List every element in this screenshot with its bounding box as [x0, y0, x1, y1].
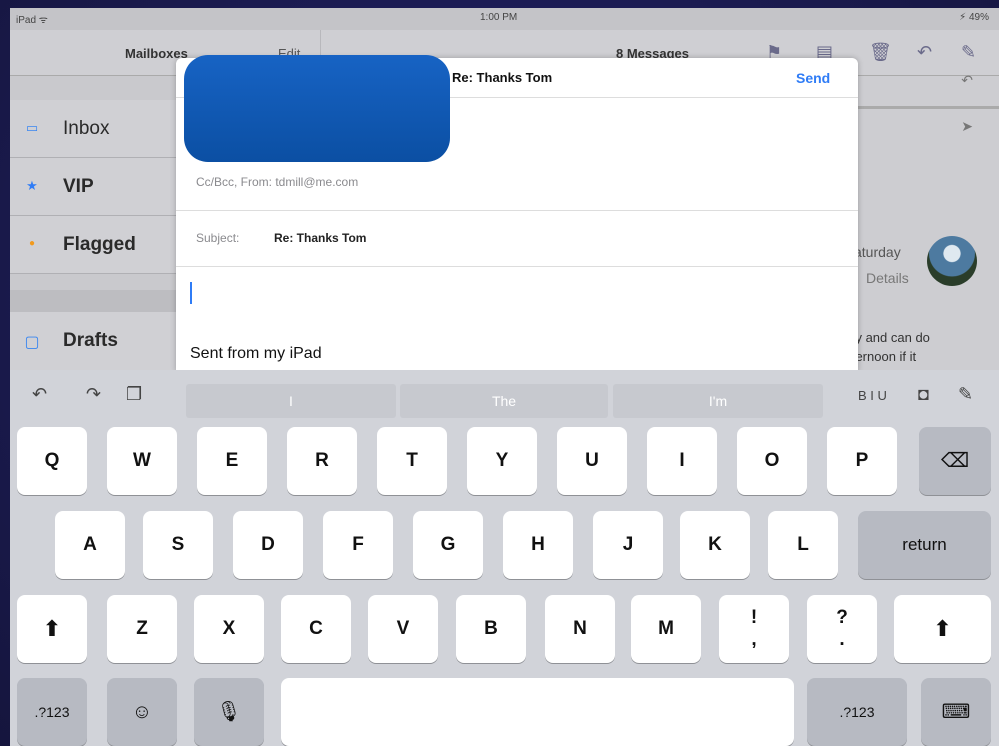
attachment-icon[interactable]: ✎ — [958, 384, 973, 405]
format-button[interactable]: B I U — [858, 388, 887, 403]
replied-icon: ↶ — [961, 72, 973, 88]
key-k[interactable]: K — [680, 511, 750, 579]
cc-from-field[interactable]: Cc/Bcc, From: tdmill@me.com — [176, 155, 858, 211]
text-cursor — [190, 282, 192, 304]
redaction-overlay — [184, 55, 450, 162]
compose-title: Re: Thanks Tom — [452, 70, 553, 85]
numbers-key-right[interactable]: .?123 — [807, 678, 907, 746]
keyboard: ↶ ↷ ❐ I The I'm B I U ◘ ✎ Q W E R T Y U … — [10, 370, 999, 746]
key-t[interactable]: T — [377, 427, 447, 495]
backspace-key[interactable]: ⌫ — [919, 427, 991, 495]
key-r[interactable]: R — [287, 427, 357, 495]
emoji-key[interactable]: ☺ — [107, 678, 177, 746]
message-date: aturday — [854, 244, 901, 260]
inbox-icon: ▭ — [25, 120, 39, 135]
status-time: 1:00 PM — [480, 12, 518, 23]
key-comma-bottom: , — [751, 629, 757, 650]
status-bar: iPad ᯤ 1:00 PM ⚡ 49% — [10, 8, 999, 30]
sidebar-item-label: VIP — [63, 176, 94, 197]
suggestion-1[interactable]: I — [186, 384, 396, 418]
key-c[interactable]: C — [281, 595, 351, 663]
key-question-top: ? — [836, 607, 848, 628]
key-z[interactable]: Z — [107, 595, 177, 663]
status-battery: ⚡ 49% — [959, 12, 989, 23]
subject-field[interactable]: Subject: Re: Thanks Tom — [176, 211, 858, 267]
camera-icon[interactable]: ◘ — [918, 384, 929, 405]
key-exclamation-top: ! — [750, 607, 758, 628]
key-question[interactable]: ?. — [807, 595, 877, 663]
key-v[interactable]: V — [368, 595, 438, 663]
star-icon: ★ — [26, 178, 38, 193]
key-exclamation[interactable]: !, — [719, 595, 789, 663]
sent-icon: ➤ — [961, 118, 973, 134]
key-p[interactable]: P — [827, 427, 897, 495]
hide-keyboard-key[interactable]: ⌨ — [921, 678, 991, 746]
sidebar-item-label: Inbox — [63, 118, 110, 139]
key-g[interactable]: G — [413, 511, 483, 579]
key-o[interactable]: O — [737, 427, 807, 495]
key-a[interactable]: A — [55, 511, 125, 579]
details-link[interactable]: Details — [866, 270, 909, 286]
cc-from-label: Cc/Bcc, From: tdmill@me.com — [196, 175, 359, 189]
send-button[interactable]: Send — [796, 70, 830, 86]
space-bar[interactable] — [281, 678, 794, 746]
ipad-screen: iPad ᯤ 1:00 PM ⚡ 49% Mailboxes Edit ▭ In… — [10, 8, 999, 746]
key-f[interactable]: F — [323, 511, 393, 579]
microphone-key[interactable]: 🎙 — [194, 678, 264, 746]
subject-value: Re: Thanks Tom — [274, 231, 367, 245]
key-b[interactable]: B — [456, 595, 526, 663]
sidebar-item-label: Drafts — [63, 330, 118, 351]
flag-dot-icon: ● — [28, 238, 36, 249]
key-h[interactable]: H — [503, 511, 573, 579]
device-frame: iPad ᯤ 1:00 PM ⚡ 49% Mailboxes Edit ▭ In… — [0, 0, 999, 746]
undo-icon[interactable]: ↶ — [32, 384, 47, 405]
key-q[interactable]: Q — [17, 427, 87, 495]
sidebar-item-label: Flagged — [63, 234, 136, 255]
key-s[interactable]: S — [143, 511, 213, 579]
subject-label: Subject: — [196, 231, 240, 245]
key-u[interactable]: U — [557, 427, 627, 495]
paste-icon[interactable]: ❐ — [126, 384, 142, 405]
shift-key-right[interactable]: ⬆ — [894, 595, 991, 663]
key-l[interactable]: L — [768, 511, 838, 579]
compose-icon[interactable]: ✎ — [961, 42, 976, 63]
key-x[interactable]: X — [194, 595, 264, 663]
key-y[interactable]: Y — [467, 427, 537, 495]
key-w[interactable]: W — [107, 427, 177, 495]
key-j[interactable]: J — [593, 511, 663, 579]
suggestion-3[interactable]: I'm — [613, 384, 823, 418]
avatar — [927, 236, 977, 286]
return-key[interactable]: return — [858, 511, 991, 579]
suggestion-2[interactable]: The — [400, 384, 608, 418]
document-icon: ▢ — [24, 334, 40, 351]
key-e[interactable]: E — [197, 427, 267, 495]
message-body[interactable]: Sent from my iPad — [190, 345, 322, 363]
numbers-key-left[interactable]: .?123 — [17, 678, 87, 746]
shift-key-left[interactable]: ⬆ — [17, 595, 87, 663]
status-carrier: iPad ᯤ — [16, 15, 48, 26]
key-i[interactable]: I — [647, 427, 717, 495]
trash-icon[interactable]: 🗑 — [869, 42, 892, 63]
key-m[interactable]: M — [631, 595, 701, 663]
redo-icon[interactable]: ↷ — [86, 384, 101, 405]
key-n[interactable]: N — [545, 595, 615, 663]
key-d[interactable]: D — [233, 511, 303, 579]
key-period-bottom: . — [839, 629, 845, 650]
reply-icon[interactable]: ↶ — [917, 42, 932, 63]
keyboard-toolbar: ↶ ↷ ❐ I The I'm B I U ◘ ✎ — [10, 370, 999, 418]
